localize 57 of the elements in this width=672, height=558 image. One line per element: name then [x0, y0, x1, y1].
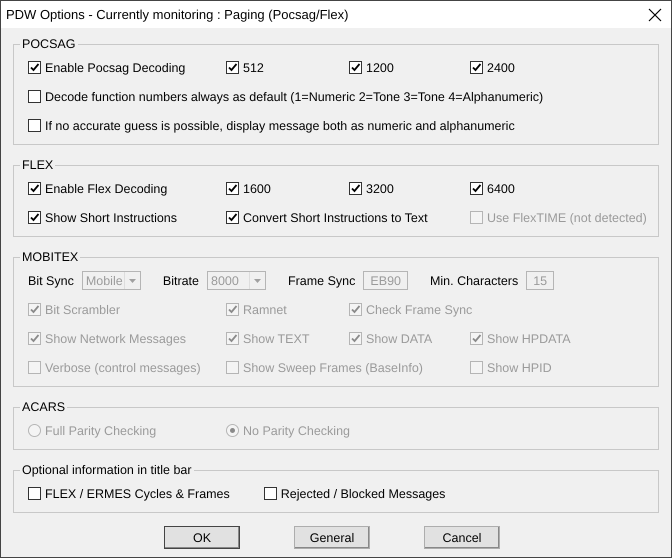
field-label: Min. Characters — [430, 274, 518, 288]
dropdown-arrow-icon — [128, 278, 136, 282]
field-label: Bitrate — [162, 274, 199, 288]
field-label: Bit Sync — [28, 274, 74, 288]
close-icon[interactable] — [648, 8, 662, 22]
checkbox[interactable] — [28, 182, 41, 195]
group-title: Optional information in title bar — [21, 463, 193, 477]
checkbox[interactable] — [349, 61, 362, 74]
option-label: Show Short Instructions — [45, 210, 178, 224]
checkbox[interactable] — [28, 119, 41, 132]
dialog-button[interactable]: General — [294, 526, 370, 549]
group-title: ACARS — [21, 400, 66, 414]
option-label: Bit Scrambler — [45, 302, 120, 316]
option-label: Verbose (control messages) — [45, 360, 201, 374]
group-title: FLEX — [21, 158, 54, 172]
option-label: Decode function numbers always as default (1=Numeric 2=Tone 3=Tone 4=Alphanumeric) — [45, 90, 544, 104]
checkbox[interactable] — [349, 182, 362, 195]
option-label: Show TEXT — [243, 332, 310, 346]
option-label: Show HPDATA — [487, 332, 571, 346]
checkbox[interactable] — [28, 61, 41, 74]
option-label: Rejected / Blocked Messages — [280, 486, 446, 500]
option-label: Use FlexTIME (not detected) — [487, 210, 647, 224]
dropdown-arrow-icon — [254, 278, 261, 282]
option-label: Show Network Messages — [45, 332, 186, 346]
option-label: 2400 — [487, 60, 515, 74]
option-label: Enable Flex Decoding — [45, 182, 168, 196]
option-label: No Parity Checking — [243, 424, 350, 438]
option-label: Full Parity Checking — [45, 424, 156, 438]
option-label: Enable Pocsag Decoding — [45, 60, 186, 74]
option-label: Show HPID — [487, 360, 552, 374]
dialog-button[interactable]: Cancel — [424, 526, 500, 549]
checkbox[interactable] — [226, 182, 239, 195]
group-title: MOBITEX — [21, 250, 80, 264]
option-label: FLEX / ERMES Cycles & Frames — [45, 486, 230, 500]
checkbox[interactable] — [226, 61, 239, 74]
checkbox[interactable] — [470, 61, 483, 74]
dialog-button[interactable]: OK — [164, 526, 240, 549]
option-label: 512 — [243, 60, 264, 74]
option-label: Show DATA — [366, 332, 432, 346]
field-label: Frame Sync — [288, 274, 356, 288]
checkbox[interactable] — [264, 487, 277, 500]
option-label: Ramnet — [243, 302, 287, 316]
option-label: 6400 — [487, 182, 515, 196]
option-label: Show Sweep Frames (BaseInfo) — [243, 360, 423, 374]
checkbox[interactable] — [28, 90, 41, 103]
option-label: Check Frame Sync — [366, 302, 472, 316]
checkbox[interactable] — [226, 211, 239, 224]
window-title: PDW Options - Currently monitoring : Paging (Pocsag/Flex) — [6, 7, 348, 22]
option-label: Convert Short Instructions to Text — [243, 210, 428, 224]
option-label: 1600 — [243, 182, 271, 196]
checkbox[interactable] — [470, 182, 483, 195]
option-label: 3200 — [366, 182, 394, 196]
option-label: 1200 — [366, 60, 394, 74]
checkbox[interactable] — [28, 211, 41, 224]
option-label: If no accurate guess is possible, display message both as numeric and alphanumeric — [45, 118, 515, 132]
checkbox[interactable] — [28, 487, 41, 500]
group-title: POCSAG — [21, 37, 76, 51]
